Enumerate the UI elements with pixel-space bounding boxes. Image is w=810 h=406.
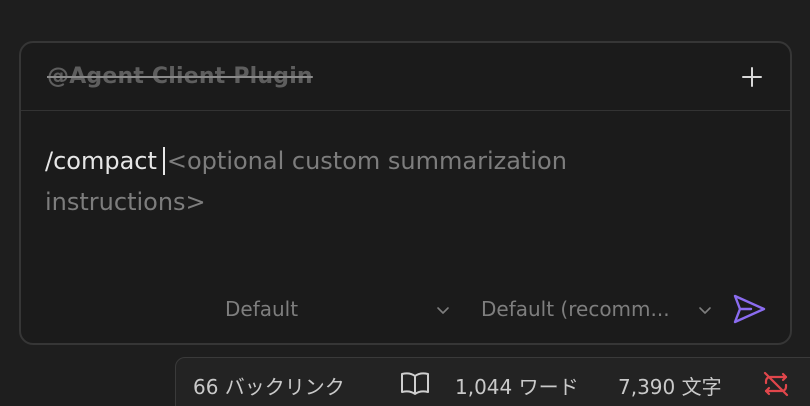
- word-count: 1,044 ワード: [455, 375, 579, 399]
- mode-select-value: Default (recomm...: [481, 297, 670, 321]
- character-count: 7,390 文字: [618, 375, 722, 399]
- sync-error-icon: [763, 371, 789, 397]
- slash-command: /compact: [45, 147, 157, 175]
- send-button[interactable]: [731, 291, 767, 327]
- chevron-down-icon: [699, 307, 711, 314]
- backlinks-count[interactable]: 66 バックリンク: [193, 371, 345, 400]
- chat-input-panel: @Agent Client Plugin /compact <optional c…: [19, 41, 792, 345]
- book-open-icon: [401, 372, 429, 395]
- plugin-mention-chip[interactable]: @Agent Client Plugin: [47, 64, 313, 89]
- send-arrow-icon: [733, 294, 766, 324]
- panel-header: @Agent Client Plugin: [21, 43, 790, 111]
- add-button[interactable]: [740, 65, 764, 89]
- message-input[interactable]: /compact <optional custom summarization i…: [45, 141, 665, 223]
- text-caret: [162, 147, 165, 175]
- status-bar: 66 バックリンク 1,044 ワード 7,390 文字: [175, 357, 810, 406]
- reading-view-button[interactable]: [400, 370, 430, 396]
- sync-status-button[interactable]: [762, 370, 790, 398]
- mode-select[interactable]: Default (recomm...: [481, 293, 725, 327]
- plus-icon: [742, 67, 762, 87]
- model-select[interactable]: Default: [225, 293, 459, 327]
- model-select-value: Default: [225, 297, 299, 321]
- page: @Agent Client Plugin /compact <optional c…: [0, 0, 810, 406]
- chevron-down-icon: [437, 307, 449, 314]
